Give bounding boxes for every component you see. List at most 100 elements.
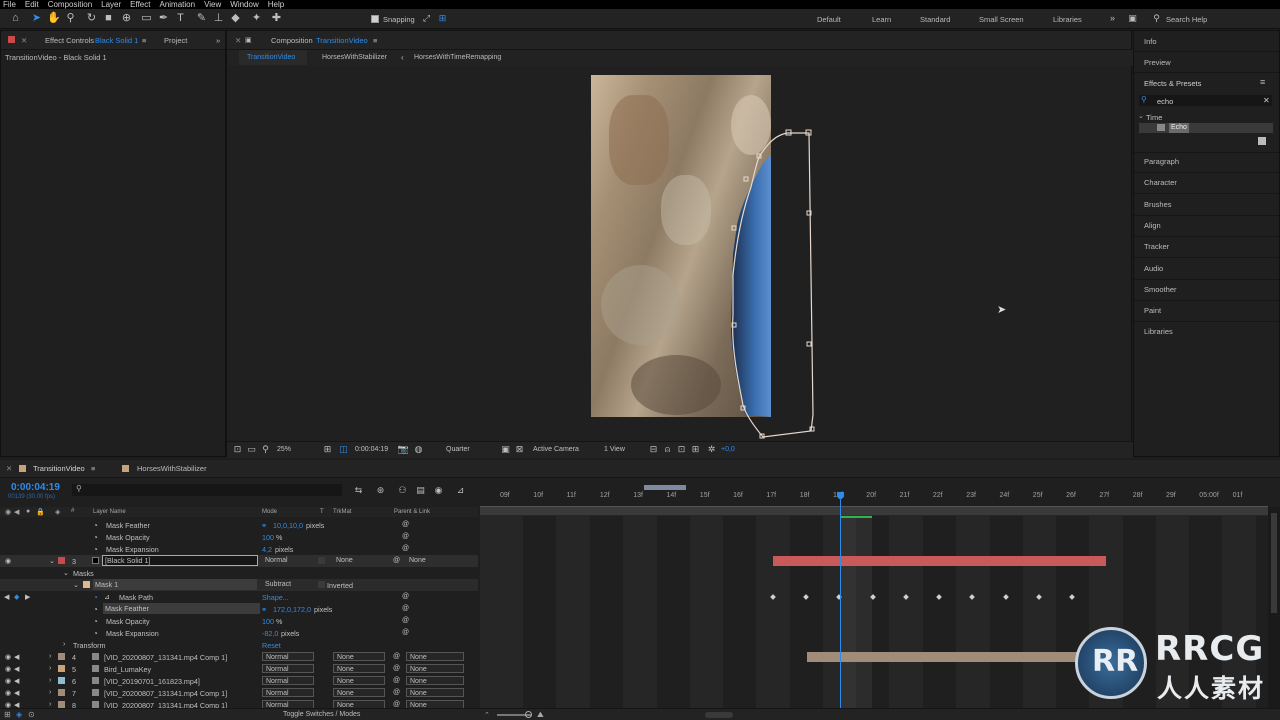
menu-view[interactable]: View [204,0,221,9]
shy-layers-icon[interactable]: ⚇ [396,484,409,497]
blend-mode-dropdown[interactable]: Normal [262,556,314,565]
grid-toggle-icon[interactable]: ⊞ [321,443,334,456]
workspace-standard[interactable]: Standard [920,15,950,24]
layer-switches-icon[interactable]: ⊞ [4,710,11,719]
flow-item-transitionvideo[interactable]: TransitionVideo [247,54,295,61]
tab-effect-layer[interactable]: Black Solid 1 [95,36,138,45]
tab-composition[interactable]: Composition [271,36,313,45]
menu-animation[interactable]: Animation [159,0,195,9]
zoom-magnify-icon[interactable]: ⚲ [259,443,272,456]
workspace-small-screen[interactable]: Small Screen [979,15,1024,24]
chevron-right-icon[interactable]: › [49,665,51,672]
stopwatch-icon[interactable]: ◔ [93,617,98,626]
zoom-out-icon[interactable]: ⌃ [484,711,490,719]
stopwatch-icon[interactable]: ◔ [93,545,98,554]
stopwatch-icon[interactable]: ◔ [93,629,98,638]
stopwatch-icon[interactable]: ◔ [93,521,98,530]
layer-bar-black-solid[interactable] [773,556,1106,566]
exposure-value[interactable]: +0,0 [721,446,735,453]
add-keyframe-icon[interactable]: ◆ [14,593,19,601]
eye-icon[interactable]: ◉ [5,677,11,685]
timeline-search-input[interactable]: ⚲ [72,484,342,496]
pick-whip-icon[interactable]: @ [402,629,409,636]
camera-tool-icon[interactable]: ■ [102,12,115,25]
layer-bar-layer-4[interactable] [807,652,1107,662]
pick-whip-icon[interactable]: @ [402,593,409,600]
zoom-dropdown[interactable]: 25% [274,445,318,454]
parent-dropdown[interactable]: None [406,556,464,565]
label-color-swatch[interactable] [58,677,65,684]
link-icon[interactable]: ⚭ [261,521,267,530]
pick-whip-icon[interactable]: @ [393,557,400,564]
layer-row[interactable]: ◉ ◀ › 6 [VID_20190701_161823.mp4] Normal None @… [0,675,478,687]
views-layout-dropdown[interactable]: 1 View [601,445,641,454]
panel-paint[interactable]: Paint [1144,306,1161,315]
pick-whip-icon[interactable]: @ [402,521,409,528]
resolution-dropdown[interactable]: Quarter [443,445,495,454]
panel-brushes[interactable]: Brushes [1144,200,1172,209]
pan-behind-tool-icon[interactable]: ⊕ [120,12,133,25]
property-row-mask-expansion-2[interactable]: ◔ Mask Expansion -82,0 pixels @ [0,627,478,639]
property-value[interactable]: 172,0,172,0 [273,605,311,614]
search-icon[interactable]: ⚲ [1150,12,1163,25]
fast-previews-icon[interactable]: ⍝ [661,443,674,456]
property-row-mask-expansion[interactable]: ◔ Mask Expansion 4,2 pixels @ [0,543,478,555]
layer-name[interactable]: [VID_20200807_131341.mp4 Comp 1] [104,689,227,698]
effects-search-input[interactable]: ⚲ echo ✕ [1139,95,1272,106]
scrollbar-thumb[interactable] [1271,513,1277,613]
workspace-libraries[interactable]: Libraries [1053,15,1082,24]
close-icon[interactable]: ✕ [6,464,12,473]
label-color-swatch[interactable] [58,557,65,564]
stopwatch-icon[interactable]: ◔ [93,593,98,602]
tab-project[interactable]: Project [164,36,187,45]
track-matte-dropdown[interactable]: None [333,556,385,565]
region-of-interest-icon[interactable]: ▣ [499,443,512,456]
new-preset-icon[interactable] [1258,137,1266,145]
workspace-default[interactable]: Default [817,15,841,24]
property-row-mask-feather-2[interactable]: ◔ Mask Feather ⚭ 172,0,172,0 pixels @ [0,603,478,615]
blend-mode-dropdown[interactable]: Normal [262,688,314,697]
selection-tool-icon[interactable]: ➤ [30,12,43,25]
reset-link[interactable]: Reset [262,641,281,650]
panel-libraries[interactable]: Libraries [1144,327,1173,336]
chevron-right-icon[interactable]: › [49,653,51,660]
panel-overflow-icon[interactable]: » [216,36,220,45]
rectangle-tool-icon[interactable]: ▭ [140,12,153,25]
snapping-checkbox[interactable] [371,15,379,23]
property-row-mask-path[interactable]: ◀ ◆ ▶ ◔ ⊿ Mask Path Shape... @ [0,591,478,603]
pick-whip-icon[interactable]: @ [393,677,400,684]
tab-timeline-transitionvideo[interactable]: TransitionVideo [33,464,85,473]
clear-search-icon[interactable]: ✕ [1263,96,1270,105]
stopwatch-icon[interactable]: ◔ [93,605,98,614]
label-color-swatch[interactable] [58,653,65,660]
flow-item-horseswithtimeremapping[interactable]: HorsesWithTimeRemapping [414,54,501,61]
chevron-down-icon[interactable]: ⌄ [1138,112,1144,120]
layer-name[interactable]: [VID_20200807_131341.mp4 Comp 1] [104,653,227,662]
property-value[interactable]: 100 [262,617,274,626]
parent-dropdown[interactable]: None [406,664,464,673]
eye-icon[interactable]: ◉ [5,557,11,565]
layer-row[interactable]: ◉ ◀ › 4 [VID_20200807_131341.mp4 Comp 1] Norm… [0,651,478,663]
parent-dropdown[interactable]: None [406,652,464,661]
preview-always-icon[interactable]: ⊡ [231,443,244,456]
pick-whip-icon[interactable]: @ [402,617,409,624]
effect-result-echo[interactable]: Echo [1169,123,1189,133]
snap-grid-icon[interactable]: ⊞ [436,12,449,25]
mask-path-overlay[interactable] [591,75,851,447]
mask-name[interactable]: Mask 1 [93,579,257,590]
home-icon[interactable]: ⌂ [9,12,22,25]
effect-result-row[interactable]: Echo [1139,123,1273,133]
mask-mode-dropdown[interactable]: Subtract [262,580,312,589]
menu-window[interactable]: Window [230,0,258,9]
column-layer-name[interactable]: Layer Name [93,509,126,515]
label-column-icon[interactable]: ◈ [55,508,60,516]
property-value[interactable]: 10,0,10,0 [273,521,303,530]
chevron-right-icon[interactable]: › [49,677,51,684]
tab-effect-controls[interactable]: Effect Controls [45,36,94,45]
composition-lock-icon[interactable]: ▣ [245,36,252,44]
draft-3d-icon[interactable]: ⊛ [374,484,387,497]
layer-name[interactable]: [VID_20190701_161823.mp4] [104,677,200,686]
lock-toggle-icon[interactable]: 🔒 [36,508,45,516]
menu-edit[interactable]: Edit [25,0,39,9]
roto-brush-icon[interactable]: ✦ [250,12,263,25]
